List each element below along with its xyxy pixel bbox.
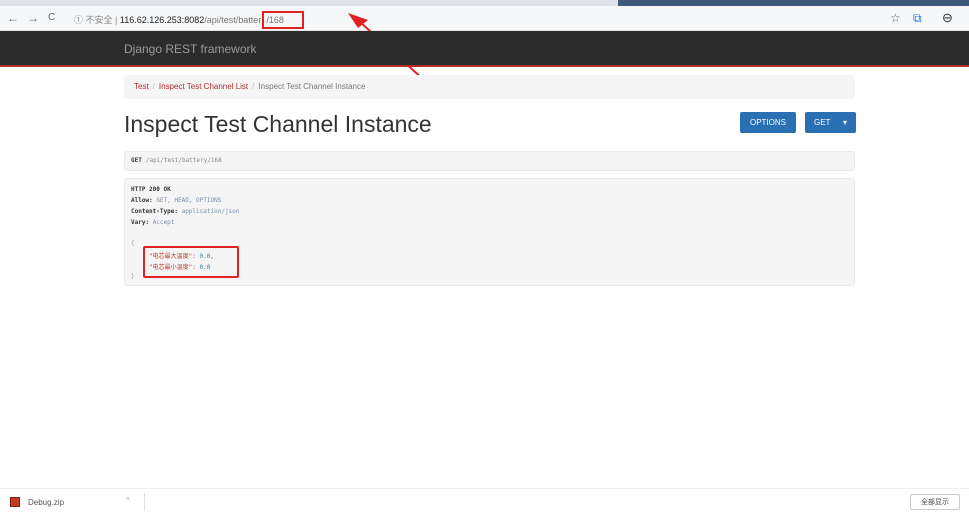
top-navbar: Django REST framework: [0, 31, 969, 67]
downloads-divider: [144, 493, 145, 511]
breadcrumb: Test / Inspect Test Channel List / Inspect T…: [124, 75, 855, 99]
breadcrumb-separator: /: [252, 82, 255, 91]
breadcrumb-separator: /: [152, 82, 155, 91]
get-button[interactable]: GET ▾: [805, 112, 856, 133]
navbar-brand[interactable]: Django REST framework: [124, 42, 257, 56]
json-annotation-box: [143, 246, 239, 278]
json-open-brace: {: [131, 240, 135, 247]
download-menu-caret-icon[interactable]: ^: [126, 496, 130, 505]
downloads-bar: Debug.zip ^ 全部显示: [0, 488, 969, 515]
request-info: GET/api/test/battery/168: [124, 151, 855, 171]
show-all-downloads-button[interactable]: 全部显示: [910, 494, 960, 510]
response-info: HTTP 200 OK Allow: GET, HEAD, OPTIONS Co…: [124, 178, 855, 286]
response-header-content-type: Content-Type: application/json: [131, 208, 240, 215]
download-filename[interactable]: Debug.zip: [28, 498, 64, 507]
breadcrumb-link-list[interactable]: Inspect Test Channel List: [159, 82, 248, 91]
breadcrumb-current: Inspect Test Channel Instance: [258, 82, 366, 91]
json-close-brace: }: [131, 273, 135, 280]
request-path: /api/test/battery/168: [145, 157, 222, 164]
breadcrumb-link-test[interactable]: Test: [134, 82, 149, 91]
response-status: HTTP 200 OK: [131, 186, 171, 193]
page-title: Inspect Test Channel Instance: [124, 111, 432, 137]
get-button-label: GET: [814, 118, 831, 127]
options-button[interactable]: OPTIONS: [740, 112, 796, 133]
request-method: GET: [131, 157, 142, 164]
response-header-vary: Vary: Accept: [131, 219, 175, 226]
get-dropdown-caret-icon[interactable]: ▾: [843, 112, 847, 133]
zip-file-icon: [10, 497, 20, 507]
response-header-allow: Allow: GET, HEAD, OPTIONS: [131, 197, 222, 204]
